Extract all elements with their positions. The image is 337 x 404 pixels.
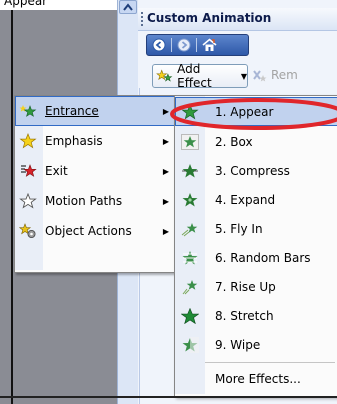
submenu-item-random-bars[interactable]: 6. Random Bars <box>175 243 337 272</box>
submenu-item-stretch[interactable]: 8. Stretch <box>175 301 337 330</box>
menu-item-label: Motion Paths <box>45 194 123 208</box>
submenu-item-label: 7. Rise Up <box>215 279 276 294</box>
forward-arrow-icon <box>177 38 191 52</box>
submenu-item-label: 3. Compress <box>215 163 290 178</box>
menu-separator <box>205 362 335 363</box>
submenu-item-expand[interactable]: 4. Expand <box>175 185 337 214</box>
submenu-item-label: 8. Stretch <box>215 308 274 323</box>
menu-item-motion-paths[interactable]: Motion Paths ▶ <box>15 186 175 216</box>
menu-item-label: Object Actions <box>45 224 132 238</box>
remove-icon <box>253 70 267 82</box>
menu-item-object-actions[interactable]: Object Actions ▶ <box>15 216 175 246</box>
home-button[interactable] <box>197 35 221 55</box>
submenu-item-wipe[interactable]: 9. Wipe <box>175 330 337 359</box>
add-effect-label: Add Effect <box>177 62 212 90</box>
remove-button[interactable]: Rem <box>252 64 337 86</box>
grip-handle[interactable] <box>141 12 145 26</box>
remove-label: Rem <box>271 68 298 82</box>
submenu-item-rise-up[interactable]: 7. Rise Up <box>175 272 337 301</box>
submenu-item-fly-in[interactable]: 5. Fly In <box>175 214 337 243</box>
submenu-item-compress[interactable]: 3. Compress <box>175 156 337 185</box>
add-effect-stars-icon <box>156 69 173 82</box>
green-star-random-bars-icon <box>175 250 205 266</box>
add-effect-menu: Entrance ▶ Emphasis ▶ Exit ▶ Motion Path… <box>14 95 176 273</box>
menu-item-exit[interactable]: Exit ▶ <box>15 156 175 186</box>
green-star-fly-in-icon <box>175 221 205 237</box>
home-icon <box>201 38 217 51</box>
menu-item-label: Entrance <box>45 104 99 118</box>
submenu-item-label: 5. Fly In <box>215 221 263 236</box>
submenu-item-more-effects[interactable]: More Effects... <box>175 364 337 393</box>
red-star-icon <box>15 163 41 179</box>
menu-item-entrance[interactable]: Entrance ▶ <box>15 96 175 126</box>
submenu-item-label: More Effects... <box>215 371 301 386</box>
highlight-ellipse <box>170 98 337 130</box>
caption-strip: Appear ‘ <box>0 0 120 10</box>
submenu-item-label: 2. Box <box>215 134 253 149</box>
green-star-expand-icon <box>175 192 205 208</box>
submenu-item-label: 6. Random Bars <box>215 250 311 265</box>
scroll-up-button[interactable] <box>119 0 137 14</box>
divider <box>11 10 13 404</box>
submenu-item-label: 9. Wipe <box>215 337 261 352</box>
menu-item-label: Exit <box>45 164 68 178</box>
back-arrow-icon <box>152 38 166 52</box>
submenu-item-label: 4. Expand <box>215 192 276 207</box>
entrance-submenu: 1. Appear 2. Box 3. Compress 4. Expand 5… <box>174 95 337 397</box>
dropdown-arrow-icon: ▼ <box>240 71 247 81</box>
outline-star-icon <box>15 193 41 209</box>
forward-button[interactable] <box>172 35 196 55</box>
chevron-right-icon: ▶ <box>162 166 169 176</box>
pane-navigation-bar <box>146 34 249 56</box>
green-star-icon <box>15 103 41 119</box>
yellow-star-icon <box>15 133 41 149</box>
object-actions-icon <box>15 223 41 239</box>
green-star-box-icon <box>175 133 205 150</box>
menu-item-emphasis[interactable]: Emphasis ▶ <box>15 126 175 156</box>
chevron-right-icon: ▶ <box>162 196 169 206</box>
caption-text: Appear ‘ <box>4 0 55 8</box>
add-effect-button[interactable]: Add Effect ▼ <box>152 62 248 90</box>
green-star-stretch-icon <box>175 307 205 324</box>
back-button[interactable] <box>147 35 171 55</box>
chevron-up-icon <box>123 3 133 11</box>
green-star-wipe-icon <box>175 336 205 353</box>
task-pane-title: Custom Animation <box>147 11 272 25</box>
green-star-compress-icon <box>175 163 205 179</box>
chevron-right-icon: ▶ <box>162 226 169 236</box>
menu-item-label: Emphasis <box>45 134 103 148</box>
chevron-right-icon: ▶ <box>162 136 169 146</box>
green-star-rise-up-icon <box>175 279 205 295</box>
bottom-divider <box>0 396 337 398</box>
